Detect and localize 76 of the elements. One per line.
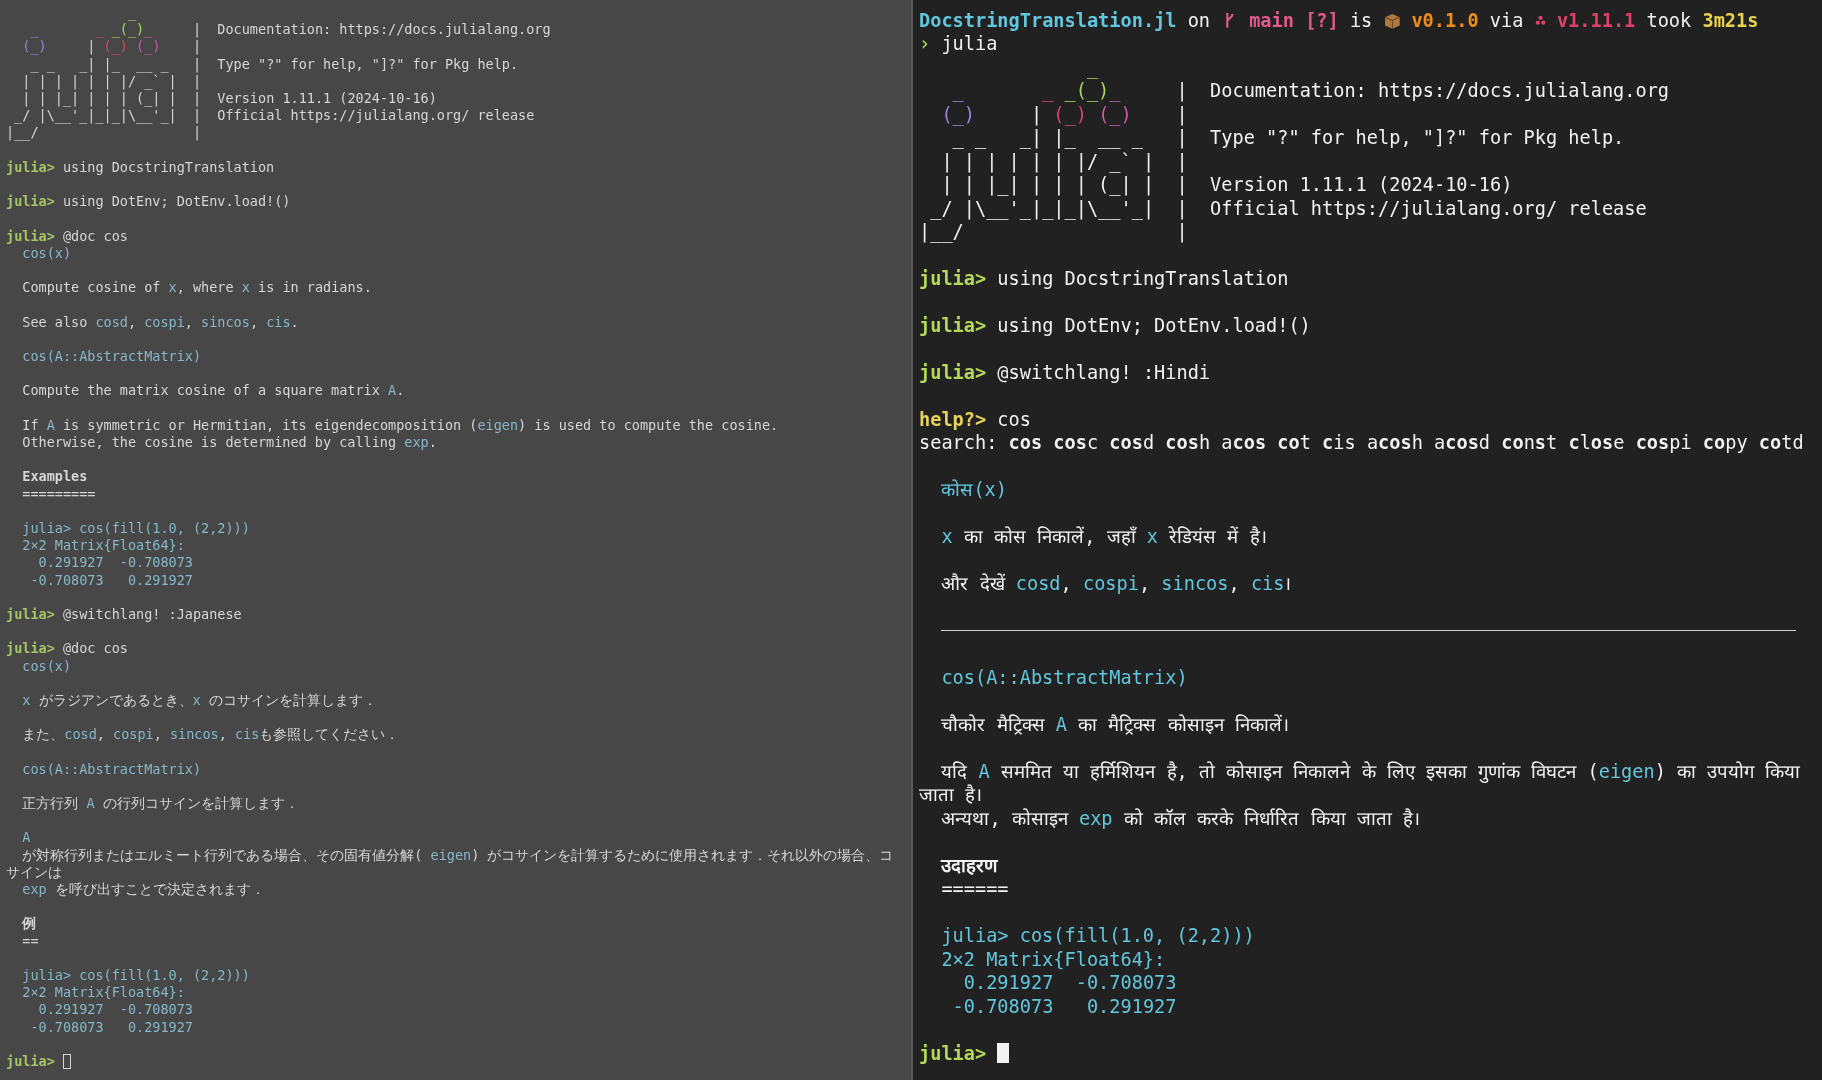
code-text: cos(A::AbstractMatrix) — [21, 347, 203, 366]
code-text: 2×2 Matrix{Float64}: — [21, 537, 186, 555]
status-word: via — [1489, 9, 1524, 33]
section-heading: उदाहरण — [939, 853, 999, 878]
section-heading: 例 — [21, 915, 38, 933]
heading-underline: == — [21, 932, 40, 950]
doc-text: If A is symmetric or Hermitian, its eigendecomposition (eigen) is used to compute the cosine. — [21, 416, 780, 434]
ascii-logo-art: _ _ _ _(_)_ | (_) | (_) (_) | _ _ _| |_ __ _ | | | | | | | |/ _` | | | | |_| | | | (_| | | _/ |\__'_|_|_|\__'_| | |__/ | — [6, 4, 202, 142]
banner-text: Version 1.11.1 (2024-10-16) — [1210, 173, 1514, 197]
command-line: julia> @switchlang! :Hindi — [919, 361, 1212, 385]
code-text: cos(A::AbstractMatrix) — [21, 760, 203, 778]
doc-text: अन्यथा, कोसाइन exp को कॉल करके निर्धारित किया जाता है। — [940, 806, 1421, 831]
terminal-pane[interactable] — [911, 0, 1822, 1080]
command-line: julia> @doc cos — [6, 640, 129, 658]
command-line: julia> @switchlang! :Japanese — [6, 605, 243, 624]
doc-text: exp を呼び出すことで決定されます． — [21, 881, 266, 899]
code-text: कोस(x) — [940, 478, 1008, 502]
doc-text: が対称行列またはエルミート行列である場合、その固有値分解( eigen) がコサインを計算するために使用されます．それ以外の場合、コサインは — [6, 846, 895, 882]
three-dots-icon — [1534, 15, 1546, 27]
prompt-label: julia> — [919, 1042, 987, 1064]
doc-text: Otherwise, the cosine is determined by calling exp. — [21, 433, 438, 452]
ascii-logo-art: _ _ _ _(_)_ | (_) | (_) (_) | _ _ _| |_ __ _ | | | | | | | |/ _` | | | | |_| | | | (_| | | _/ |\__'_|_|_|\__'_| | |__/ | — [919, 55, 1188, 244]
code-text: 0.291927 -0.708073 — [37, 554, 194, 572]
doc-text: また、cosd, cospi, sincos, cis も参照してください． — [21, 726, 401, 744]
code-text: 0.291927 -0.708073 — [962, 971, 1178, 995]
code-text: cos(x) — [21, 657, 73, 675]
code-text: cos(A::AbstractMatrix) — [940, 666, 1189, 690]
code-text: julia> cos(fill(1.0, (2,2))) — [21, 967, 251, 985]
branch-name: main [?] — [1249, 9, 1339, 33]
julia-version: v1.11.1 — [1556, 9, 1636, 33]
banner-text: Documentation: https://docs.julialang.org — [1210, 79, 1670, 103]
code-text: -0.708073 0.291927 — [951, 994, 1178, 1019]
banner-text: Documentation: https://docs.julialang.org — [217, 21, 551, 39]
command-line: julia> using DocstringTranslation — [6, 158, 276, 176]
banner-text: Type "?" for help, "]?" for Pkg help. — [217, 55, 520, 73]
duration: 3m21s — [1702, 9, 1759, 33]
prompt-label: julia> — [6, 1053, 55, 1070]
doc-text: 正方行列 A の行列コサインを計算します． — [21, 795, 300, 813]
search-results: search: cos cosc cosd cosh acos cot cis acosh acosd const close cospi copy cotd — [919, 431, 1805, 455]
heading-underline: ========= — [21, 485, 97, 503]
code-text: 0.291927 -0.708073 — [37, 1001, 194, 1019]
status-word: took — [1646, 9, 1692, 33]
code-text: -0.708073 0.291927 — [29, 571, 194, 589]
status-word: on — [1187, 9, 1211, 33]
status-word: is — [1349, 9, 1373, 33]
doc-text: चौकोर मैट्रिक्स A का मैट्रिक्स कोसाइन निकालें। — [940, 713, 1290, 737]
command-line: help?> cos — [919, 407, 1032, 432]
code-text: A — [21, 829, 32, 847]
code-text: -0.708073 0.291927 — [29, 1018, 194, 1036]
box-icon — [1383, 12, 1401, 30]
command-line: julia> using DocstringTranslation — [919, 267, 1290, 291]
doc-text: और देखें cosd, cospi, sincos, cis। — [940, 572, 1293, 596]
shell-prompt: › — [919, 33, 931, 55]
banner-text: Official https://julialang.org/ release — [217, 107, 536, 125]
doc-text: See also cosd, cospi, sincos, cis. — [21, 313, 300, 331]
code-text: julia> cos(fill(1.0, (2,2))) — [940, 924, 1256, 948]
doc-text: x का कोस निकालें, जहाँ x रेडियंस में है। — [940, 525, 1268, 549]
banner-text: Type "?" for help, "]?" for Pkg help. — [1210, 126, 1626, 150]
package-version: v0.1.0 — [1411, 9, 1479, 33]
command-line: julia> using DotEnv; DotEnv.load!() — [919, 314, 1312, 338]
code-text: 2×2 Matrix{Float64}: — [21, 984, 186, 1002]
doc-text: x がラジアンであるとき、x のコサインを計算します． — [21, 691, 378, 710]
command-line: julia> @doc cos — [6, 227, 129, 245]
directory-name: DocstringTranslation.jl — [919, 9, 1177, 33]
doc-text: यदि A सममित या हर्मिशियन है, तो कोसाइन निकालने के लिए इसका गुणांक विघटन (eigen) का उपयोग किया जाता है। — [919, 760, 1802, 807]
heading-underline: ====== — [940, 877, 1010, 901]
banner-text: Version 1.11.1 (2024-10-16) — [217, 89, 438, 108]
doc-text: Compute the matrix cosine of a square matrix A. — [21, 382, 406, 400]
code-text: cos(x) — [21, 244, 73, 262]
code-text: julia> cos(fill(1.0, (2,2))) — [21, 519, 251, 538]
command-line: julia> using DotEnv; DotEnv.load!() — [6, 193, 292, 211]
section-heading: Examples — [21, 468, 89, 486]
doc-text: Compute cosine of x, where x is in radians. — [21, 279, 373, 297]
shell-command: julia — [941, 33, 998, 55]
code-text: 2×2 Matrix{Float64}: — [940, 947, 1167, 972]
banner-text: Official https://julialang.org/ release — [1210, 196, 1648, 221]
